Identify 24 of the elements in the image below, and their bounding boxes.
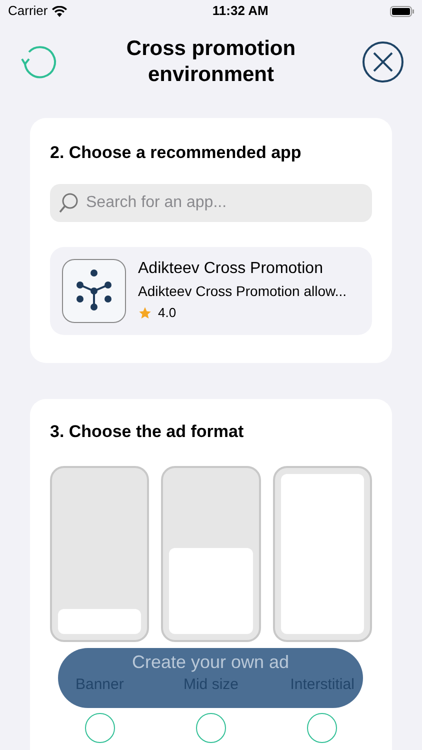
app-item[interactable]: Adikteev Cross Promotion Adikteev Cross Promotion allow... 4.0 xyxy=(50,246,372,334)
app-logo-icon xyxy=(62,258,126,322)
radio-button[interactable] xyxy=(84,712,115,742)
phone-frame[interactable] xyxy=(50,466,150,642)
close-icon xyxy=(362,41,404,83)
carrier-label: Carrier xyxy=(8,2,48,20)
radio-button[interactable] xyxy=(307,712,338,742)
app-description: Adikteev Cross Promotion allow... xyxy=(138,282,347,301)
battery-icon xyxy=(390,6,414,16)
section-title: 2. Choose a recommended app xyxy=(50,142,302,164)
search-field[interactable]: Search for an app... xyxy=(50,184,372,222)
app-rating: 4.0 xyxy=(158,304,176,322)
radio-button[interactable] xyxy=(196,712,226,742)
page-title: Cross promotion environment xyxy=(125,36,297,88)
search-input[interactable]: Search for an app... xyxy=(86,190,364,214)
section-title: 3. Choose the ad format xyxy=(50,420,245,442)
close-button[interactable] xyxy=(362,41,404,83)
wifi-icon xyxy=(52,6,67,16)
search-icon xyxy=(58,192,80,214)
phone-frame[interactable] xyxy=(272,466,372,642)
app-name: Adikteev Cross Promotion xyxy=(138,258,324,279)
phone-frame[interactable] xyxy=(161,466,261,642)
star-icon xyxy=(138,306,152,320)
clock: 11:32 AM xyxy=(212,2,268,20)
